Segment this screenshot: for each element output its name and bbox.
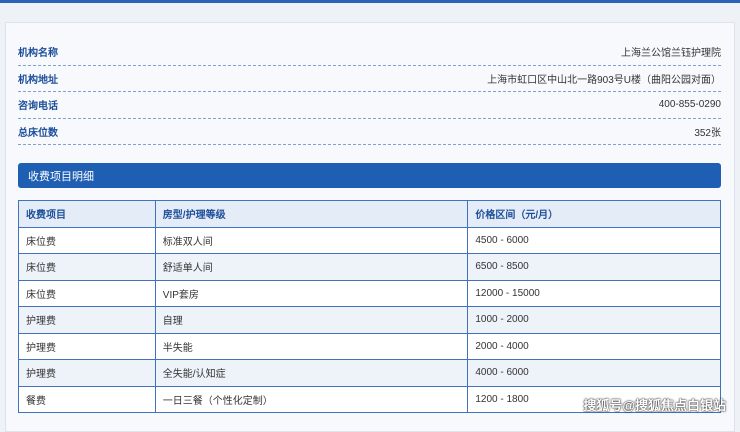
info-row-phone: 咨询电话 400-855-0290 [18,92,721,119]
info-value: 上海市虹口区中山北一路903号U楼（曲阳公园对面） [487,74,721,86]
table-cell: 4500 - 6000 [467,226,721,254]
top-accent-rule [0,0,740,3]
table-cell: 舒适单人间 [154,253,469,281]
table-row: 床位费 标准双人间 4500 - 6000 [18,226,721,254]
fee-section-header: 收费项目明细 [18,163,721,188]
info-value: 352张 [694,127,721,139]
column-header: 房型/护理等级 [154,200,469,228]
table-cell: 床位费 [18,279,156,307]
table-header-row: 收费项目 房型/护理等级 价格区间（元/月） [18,200,721,228]
info-label: 机构名称 [18,48,58,60]
info-label: 机构地址 [18,74,58,86]
table-cell: 12000 - 15000 [467,279,721,307]
table-row: 床位费 舒适单人间 6500 - 8500 [18,253,721,281]
info-label: 咨询电话 [18,101,58,113]
table-cell: 自理 [154,306,469,334]
table-cell: 护理费 [18,306,156,334]
table-cell: 4000 - 6000 [467,359,721,387]
info-value: 400-855-0290 [658,99,721,111]
watermark: 搜狐号@搜狐焦点白银站 [583,398,726,413]
table-row: 床位费 VIP套房 12000 - 15000 [18,279,721,307]
info-value: 上海兰公馆兰钰护理院 [621,48,721,60]
table-cell: 6500 - 8500 [467,253,721,281]
info-label: 总床位数 [18,127,58,139]
table-cell: VIP套房 [154,279,469,307]
table-cell: 餐费 [18,385,156,413]
institution-panel: 机构名称 上海兰公馆兰钰护理院 机构地址 上海市虹口区中山北一路903号U楼（曲… [5,22,735,432]
table-row: 护理费 半失能 2000 - 4000 [18,332,721,360]
table-row: 护理费 自理 1000 - 2000 [18,306,721,334]
column-header: 收费项目 [18,200,156,228]
info-row-name: 机构名称 上海兰公馆兰钰护理院 [18,39,721,66]
table-cell: 床位费 [18,226,156,254]
table-cell: 2000 - 4000 [467,332,721,360]
table-row: 护理费 全失能/认知症 4000 - 6000 [18,359,721,387]
table-cell: 护理费 [18,359,156,387]
table-cell: 床位费 [18,253,156,281]
table-cell: 半失能 [154,332,469,360]
table-cell: 1000 - 2000 [467,306,721,334]
table-cell: 护理费 [18,332,156,360]
info-row-address: 机构地址 上海市虹口区中山北一路903号U楼（曲阳公园对面） [18,66,721,92]
table-cell: 一日三餐（个性化定制） [154,385,469,413]
table-cell: 标准双人间 [154,226,469,254]
fee-table: 收费项目 房型/护理等级 价格区间（元/月） 床位费 标准双人间 4500 - … [18,200,721,413]
column-header: 价格区间（元/月） [467,200,721,228]
info-row-beds: 总床位数 352张 [18,119,721,145]
table-cell: 全失能/认知症 [154,359,469,387]
institution-info-list: 机构名称 上海兰公馆兰钰护理院 机构地址 上海市虹口区中山北一路903号U楼（曲… [18,39,721,145]
